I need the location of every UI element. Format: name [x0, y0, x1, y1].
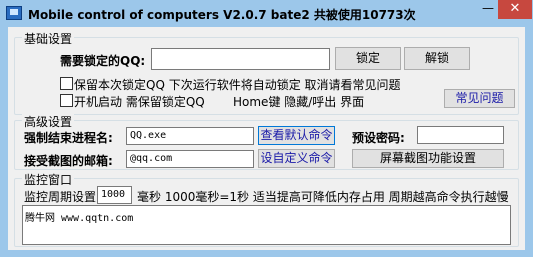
basic-settings-legend: 基础设置: [22, 30, 75, 47]
window-title: Mobile control of computers V2.0.7 bate2…: [28, 8, 416, 22]
monitor-period-input[interactable]: 1000: [97, 186, 132, 204]
minimize-button[interactable]: —: [479, 1, 497, 17]
close-button[interactable]: ✕: [498, 0, 532, 19]
save-lock-label: 保留本次锁定QQ 下次运行软件将自动锁定 取消请看常见问题: [74, 78, 401, 92]
faq-button[interactable]: 常见问题: [444, 89, 515, 108]
monitor-period-label: 监控周期设置: [24, 190, 97, 204]
advanced-settings-legend: 高级设置: [22, 113, 75, 130]
view-default-commands-button[interactable]: 查看默认命令: [258, 126, 335, 145]
title-bar[interactable]: Mobile control of computers V2.0.7 bate2…: [0, 0, 533, 27]
startup-label: 开机启动 需保留锁定QQ: [74, 95, 205, 109]
lock-button[interactable]: 锁定: [335, 47, 401, 70]
monitor-log[interactable]: 腾牛网 www.qqtn.com: [22, 205, 511, 245]
kill-process-label: 强制结束进程名:: [24, 131, 113, 145]
screenshot-settings-button[interactable]: 屏幕截图功能设置: [352, 149, 504, 168]
unlock-button[interactable]: 解锁: [404, 47, 470, 70]
startup-checkbox[interactable]: [60, 94, 73, 107]
home-key-hint: Home键 隐藏/呼出 界面: [233, 95, 365, 109]
monitor-period-help: 毫秒 1000毫秒=1秒 适当提高可降低内存占用 周期越高命令执行越慢: [137, 190, 509, 204]
kill-process-input[interactable]: QQ.exe: [126, 127, 254, 145]
custom-command-button[interactable]: 设自定义命令: [258, 149, 335, 168]
qq-lock-input[interactable]: [151, 48, 330, 70]
screenshot-email-input[interactable]: @qq.com: [126, 150, 254, 168]
save-lock-checkbox[interactable]: [60, 77, 73, 90]
qq-lock-label: 需要锁定的QQ:: [60, 54, 146, 68]
monitor-legend: 监控窗口: [22, 171, 75, 188]
client-area: 基础设置 需要锁定的QQ: 锁定 解锁 保留本次锁定QQ 下次运行软件将自动锁定…: [8, 27, 525, 250]
screenshot-email-label: 接受截图的邮箱:: [24, 154, 113, 168]
app-icon: [6, 6, 22, 20]
preset-password-input[interactable]: [417, 126, 504, 144]
preset-password-label: 预设密码:: [352, 131, 405, 145]
